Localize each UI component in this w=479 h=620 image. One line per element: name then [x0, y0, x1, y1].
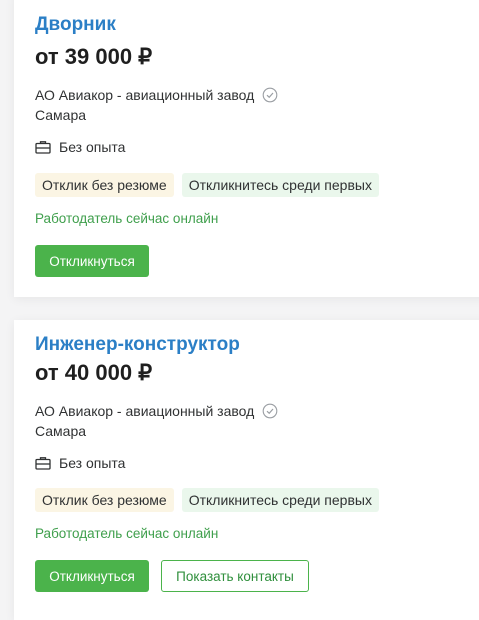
experience-row: Без опыта — [35, 139, 125, 155]
check-circle-icon — [262, 87, 278, 103]
vacancy-card: Дворник от 39 000 ₽ АО Авиакор - авиацио… — [14, 0, 479, 297]
experience-row: Без опыта — [35, 455, 125, 471]
tags-row: Отклик без резюме Откликнитесь среди пер… — [35, 488, 387, 512]
tags-row: Отклик без резюме Откликнитесь среди пер… — [35, 173, 387, 197]
tag-no-resume: Отклик без резюме — [35, 488, 174, 512]
vacancy-title-link[interactable]: Инженер-конструктор — [35, 334, 240, 356]
briefcase-icon — [35, 457, 51, 470]
experience-label: Без опыта — [59, 139, 126, 155]
tag-no-resume: Отклик без резюме — [35, 173, 174, 197]
company-row: АО Авиакор - авиационный завод — [35, 403, 278, 419]
vacancy-city: Самара — [35, 107, 87, 123]
check-circle-icon — [262, 403, 278, 419]
vacancy-card: Инженер-конструктор от 40 000 ₽ АО Авиак… — [14, 320, 479, 620]
vacancy-city: Самара — [35, 423, 87, 439]
tag-respond-first: Откликнитесь среди первых — [181, 173, 379, 197]
vacancy-salary: от 40 000 ₽ — [35, 360, 153, 385]
vacancy-title-link[interactable]: Дворник — [35, 14, 116, 36]
vacancy-salary: от 39 000 ₽ — [35, 44, 153, 69]
company-name[interactable]: АО Авиакор - авиационный завод — [35, 403, 254, 419]
employer-online-status: Работодатель сейчас онлайн — [35, 526, 219, 541]
respond-button[interactable]: Откликнуться — [35, 245, 149, 277]
show-contacts-button[interactable]: Показать контакты — [161, 560, 309, 592]
tag-respond-first: Откликнитесь среди первых — [181, 488, 379, 512]
employer-online-status: Работодатель сейчас онлайн — [35, 211, 219, 226]
briefcase-icon — [35, 141, 51, 154]
respond-button[interactable]: Откликнуться — [35, 560, 149, 592]
company-row: АО Авиакор - авиационный завод — [35, 87, 278, 103]
experience-label: Без опыта — [59, 455, 126, 471]
company-name[interactable]: АО Авиакор - авиационный завод — [35, 87, 254, 103]
